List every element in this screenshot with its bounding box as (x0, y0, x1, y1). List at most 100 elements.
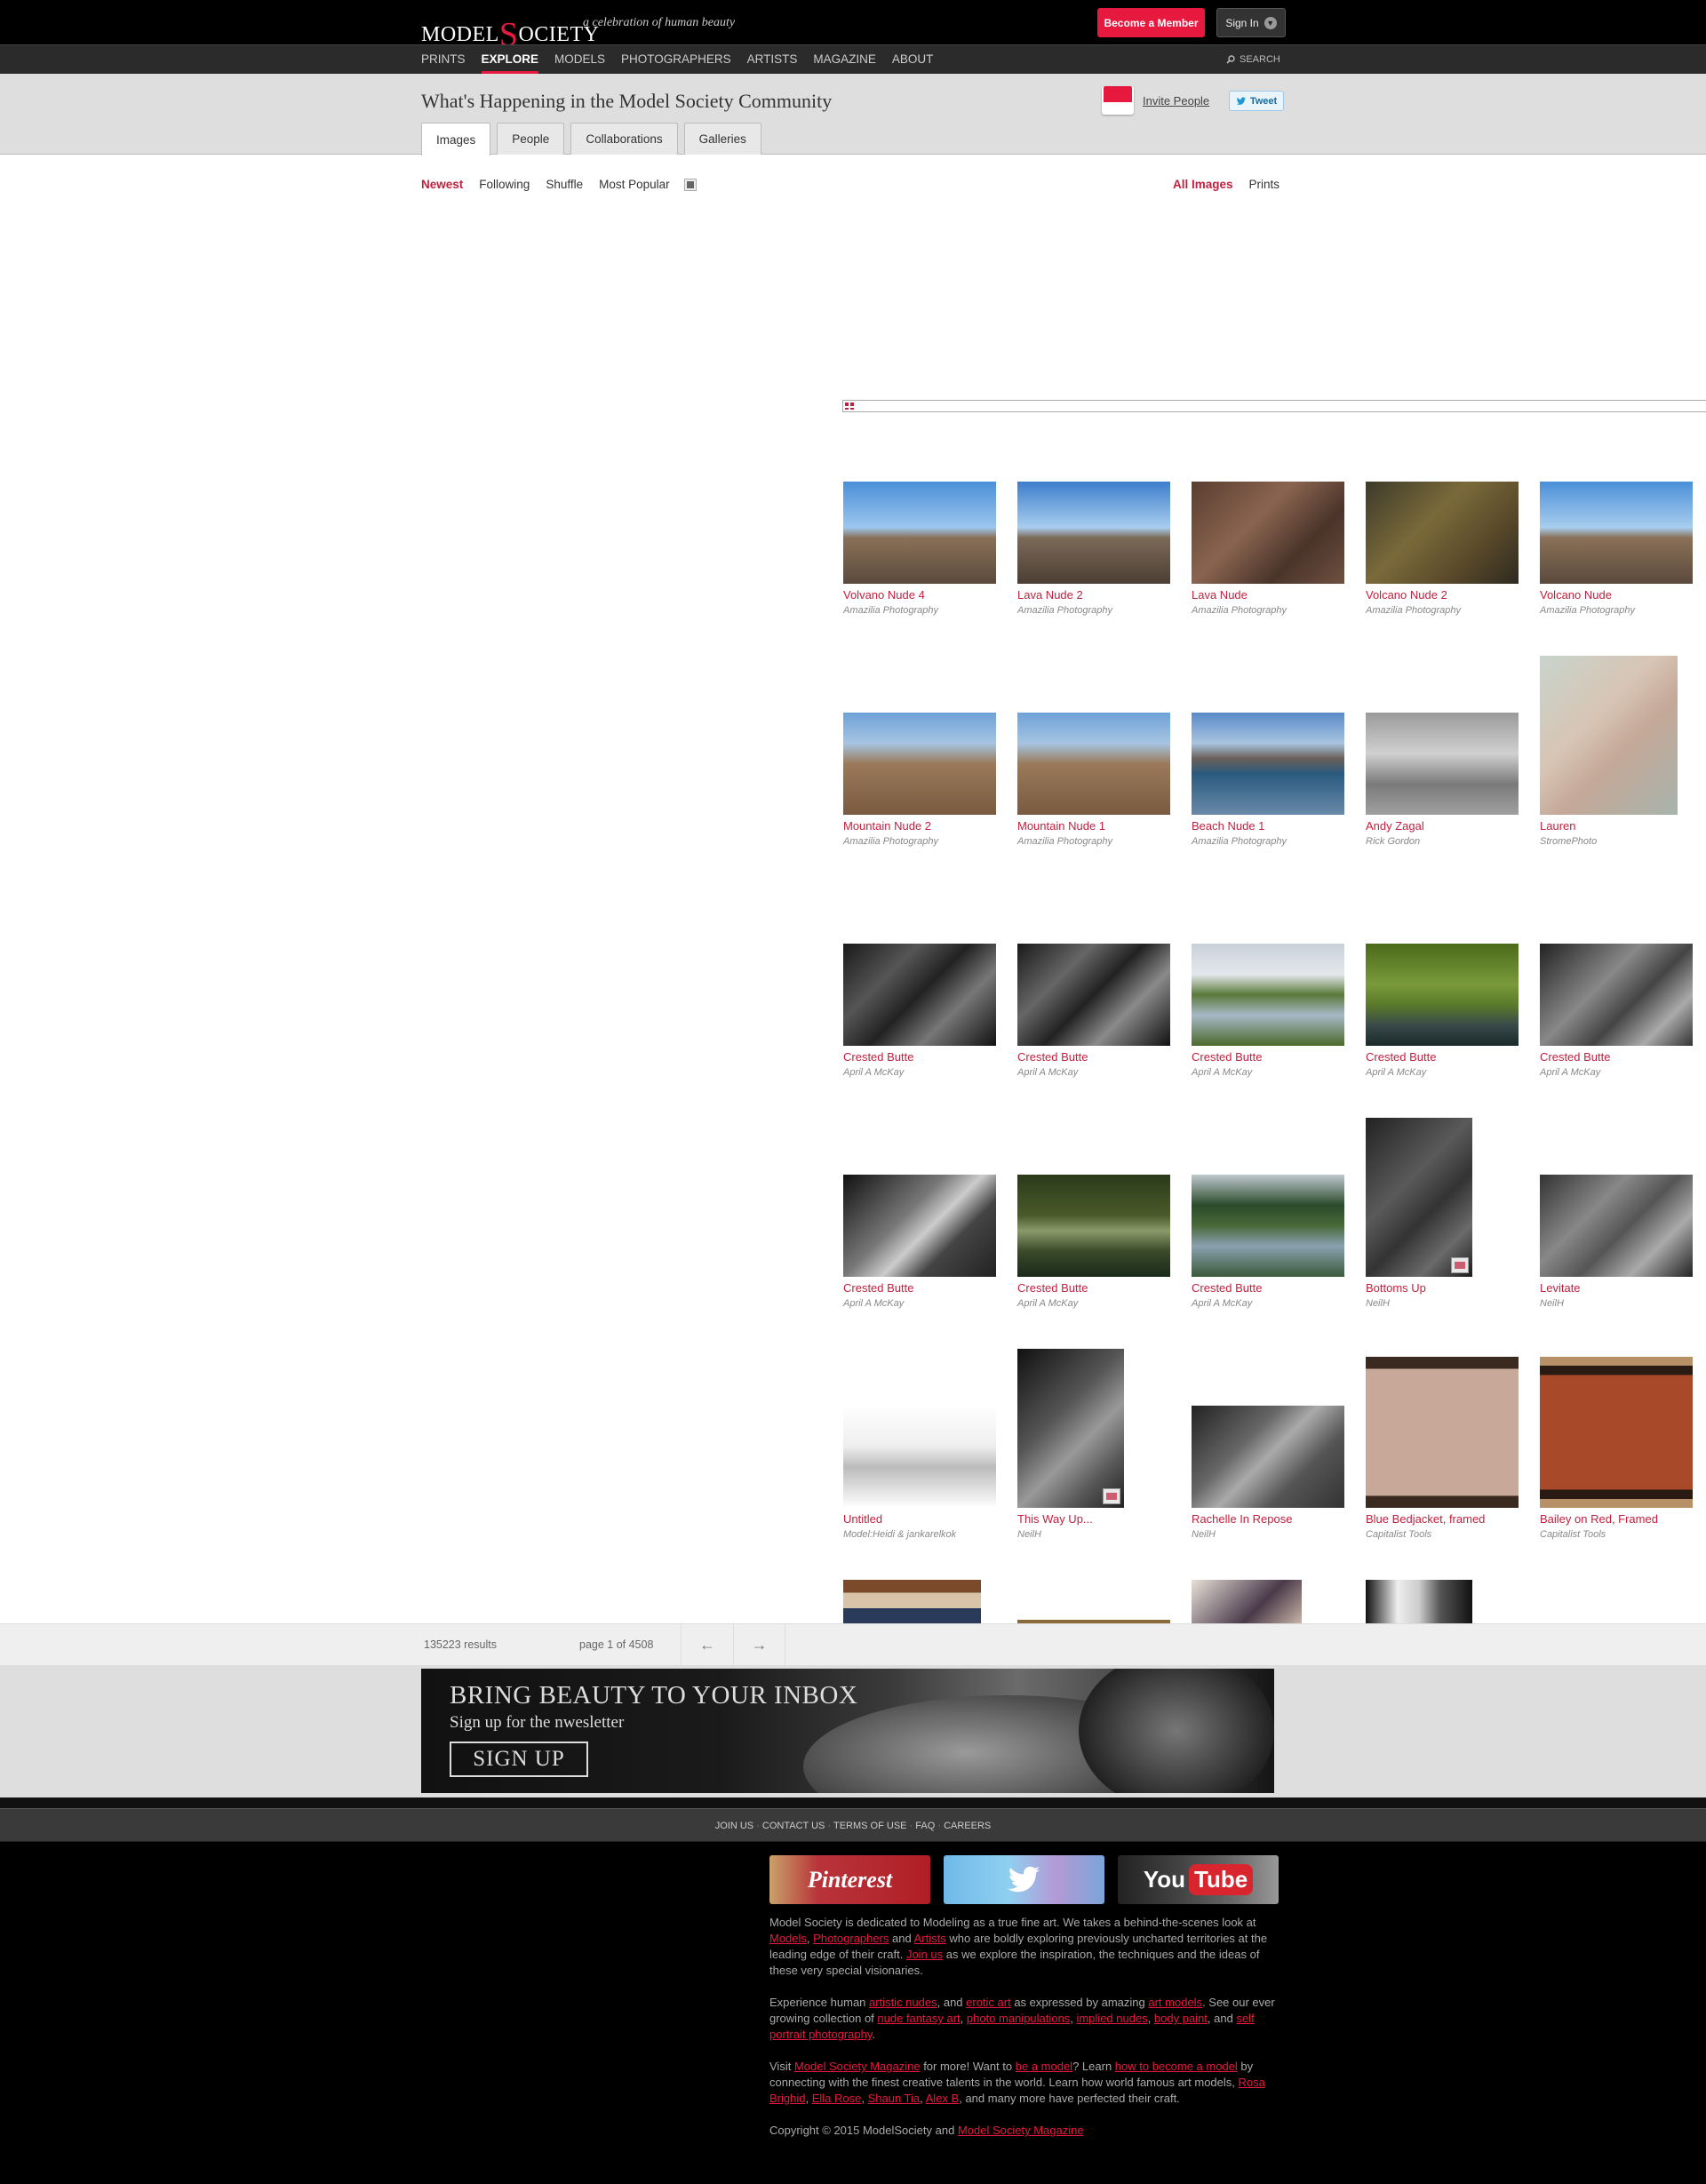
nav-explore[interactable]: EXPLORE (481, 45, 538, 74)
gallery-item-title[interactable]: Lauren (1540, 819, 1575, 833)
link-ella-rose[interactable]: Ella Rose (812, 2092, 862, 2105)
link-models[interactable]: Models (769, 1932, 807, 1945)
gallery-item-author[interactable]: April A McKay (1017, 1298, 1078, 1309)
gallery-thumbnail[interactable] (843, 1175, 996, 1277)
tab-images[interactable]: Images (421, 123, 491, 155)
link-how-to-become-model[interactable]: how to become a model (1115, 2060, 1238, 2073)
single-view-icon[interactable] (683, 178, 697, 191)
gallery-item-title[interactable]: Crested Butte (1017, 1281, 1088, 1295)
gallery-item-author[interactable]: April A McKay (1192, 1067, 1252, 1078)
filter-prints[interactable]: Prints (1249, 178, 1280, 191)
link-shaun-tia[interactable]: Shaun Tia (868, 2092, 921, 2105)
gallery-item-title[interactable]: This Way Up... (1017, 1512, 1093, 1526)
gallery-item-author[interactable]: StromePhoto (1540, 836, 1597, 847)
gallery-thumbnail[interactable] (1017, 482, 1170, 584)
gallery-thumbnail[interactable] (1192, 1406, 1344, 1508)
filter-most-popular[interactable]: Most Popular (599, 178, 670, 191)
gallery-thumbnail[interactable] (1540, 944, 1693, 1046)
gallery-item-title[interactable]: Rachelle In Repose (1192, 1512, 1292, 1526)
link-join-us[interactable]: Join us (906, 1948, 943, 1961)
gallery-thumbnail[interactable] (1192, 944, 1344, 1046)
gallery-thumbnail[interactable] (1017, 1175, 1170, 1277)
gallery-thumbnail[interactable] (843, 1406, 996, 1508)
gallery-item-title[interactable]: Crested Butte (843, 1281, 914, 1295)
gallery-item-author[interactable]: Amazilia Photography (1017, 605, 1112, 616)
become-member-button[interactable]: Become a Member (1097, 8, 1205, 37)
nav-prints[interactable]: PRINTS (421, 45, 466, 74)
gallery-thumbnail[interactable] (1366, 482, 1519, 584)
link-alex-b[interactable]: Alex B (926, 2092, 960, 2105)
gallery-item-title[interactable]: Untitled (843, 1512, 882, 1526)
gallery-thumbnail[interactable] (1017, 944, 1170, 1046)
gallery-item-title[interactable]: Volcano Nude 2 (1366, 588, 1447, 602)
gallery-thumbnail[interactable] (1366, 713, 1519, 815)
gallery-item-title[interactable]: Crested Butte (1366, 1050, 1437, 1064)
grid-view-icon[interactable]: Volvano Nude 4 Amazilia Photography Lava N… (842, 400, 1706, 1771)
gallery-item-author[interactable]: Model:Heidi & jankarelkok (843, 1529, 956, 1540)
gallery-item-title[interactable]: Crested Butte (1017, 1050, 1088, 1064)
tweet-button[interactable]: Tweet (1229, 91, 1284, 111)
gallery-thumbnail[interactable] (1192, 713, 1344, 815)
pinterest-button[interactable]: Pinterest (769, 1855, 930, 1904)
gallery-thumbnail[interactable] (843, 944, 996, 1046)
link-be-a-model[interactable]: be a model (1016, 2060, 1072, 2073)
gallery-item-author[interactable]: April A McKay (1540, 1067, 1600, 1078)
gallery-item-title[interactable]: Crested Butte (1192, 1050, 1263, 1064)
twitter-button[interactable] (944, 1855, 1104, 1904)
gallery-item-author[interactable]: NeilH (1017, 1529, 1041, 1540)
link-photo-manipulations[interactable]: photo manipulations (967, 2012, 1070, 2025)
gallery-item-title[interactable]: Blue Bedjacket, framed (1366, 1512, 1485, 1526)
nav-artists[interactable]: ARTISTS (747, 45, 798, 74)
newsletter-banner[interactable]: BRING BEAUTY TO YOUR INBOX Sign up for t… (421, 1669, 1274, 1793)
sign-in-button[interactable]: Sign In ▼ (1216, 8, 1286, 37)
link-magazine[interactable]: Model Society Magazine (794, 2060, 921, 2073)
filter-shuffle[interactable]: Shuffle (546, 178, 583, 191)
filter-following[interactable]: Following (479, 178, 530, 191)
footer-join-us[interactable]: JOIN US (715, 1821, 753, 1831)
search-link[interactable]: SEARCH (1226, 45, 1280, 74)
next-page-button[interactable]: → (733, 1624, 785, 1666)
gallery-item-author[interactable]: April A McKay (1017, 1067, 1078, 1078)
tab-collaborations[interactable]: Collaborations (570, 123, 678, 155)
gallery-item-author[interactable]: Amazilia Photography (1540, 605, 1635, 616)
link-nude-fantasy-art[interactable]: nude fantasy art (877, 2012, 960, 2025)
link-erotic-art[interactable]: erotic art (966, 1996, 1011, 2009)
tab-galleries[interactable]: Galleries (683, 123, 761, 155)
gallery-item-title[interactable]: Crested Butte (1540, 1050, 1611, 1064)
gallery-thumbnail[interactable] (1366, 1118, 1472, 1277)
gallery-item-title[interactable]: Bailey on Red, Framed (1540, 1512, 1658, 1526)
gallery-item-author[interactable]: Capitalist Tools (1366, 1529, 1431, 1540)
gallery-item-author[interactable]: Amazilia Photography (1017, 836, 1112, 847)
gallery-item-author[interactable]: NeilH (1192, 1529, 1216, 1540)
link-body-paint[interactable]: body paint (1154, 2012, 1208, 2025)
gallery-item-title[interactable]: Crested Butte (1192, 1281, 1263, 1295)
gallery-item-title[interactable]: Crested Butte (843, 1050, 914, 1064)
gallery-thumbnail[interactable] (1366, 944, 1519, 1046)
gallery-item-title[interactable]: Volvano Nude 4 (843, 588, 925, 602)
nav-photographers[interactable]: PHOTOGRAPHERS (621, 45, 731, 74)
gallery-item-author[interactable]: April A McKay (843, 1298, 904, 1309)
gallery-item-title[interactable]: Mountain Nude 1 (1017, 819, 1105, 833)
gallery-item-author[interactable]: Amazilia Photography (1192, 836, 1287, 847)
gallery-item-author[interactable]: April A McKay (1192, 1298, 1252, 1309)
gallery-thumbnail[interactable] (843, 713, 996, 815)
gallery-thumbnail[interactable] (1540, 482, 1693, 584)
gallery-item-author[interactable]: NeilH (1540, 1298, 1564, 1309)
gallery-item-author[interactable]: Amazilia Photography (1192, 605, 1287, 616)
gallery-item-author[interactable]: Rick Gordon (1366, 836, 1420, 847)
gallery-thumbnail[interactable] (1540, 1357, 1693, 1508)
gallery-thumbnail[interactable] (1540, 656, 1678, 815)
gallery-item-author[interactable]: Amazilia Photography (843, 605, 938, 616)
gallery-item-title[interactable]: Levitate (1540, 1281, 1581, 1295)
gallery-item-title[interactable]: Lava Nude (1192, 588, 1248, 602)
gallery-thumbnail[interactable] (1366, 1357, 1519, 1508)
footer-careers[interactable]: CAREERS (944, 1821, 991, 1831)
link-photographers[interactable]: Photographers (813, 1932, 889, 1945)
link-artists[interactable]: Artists (914, 1932, 946, 1945)
filter-all-images[interactable]: All Images (1173, 178, 1233, 191)
footer-faq[interactable]: FAQ (915, 1821, 935, 1831)
nav-models[interactable]: MODELS (554, 45, 605, 74)
link-magazine-copyright[interactable]: Model Society Magazine (958, 2124, 1084, 2137)
filter-newest[interactable]: Newest (421, 178, 463, 191)
invite-people-button[interactable]: Invite People (1102, 86, 1209, 115)
